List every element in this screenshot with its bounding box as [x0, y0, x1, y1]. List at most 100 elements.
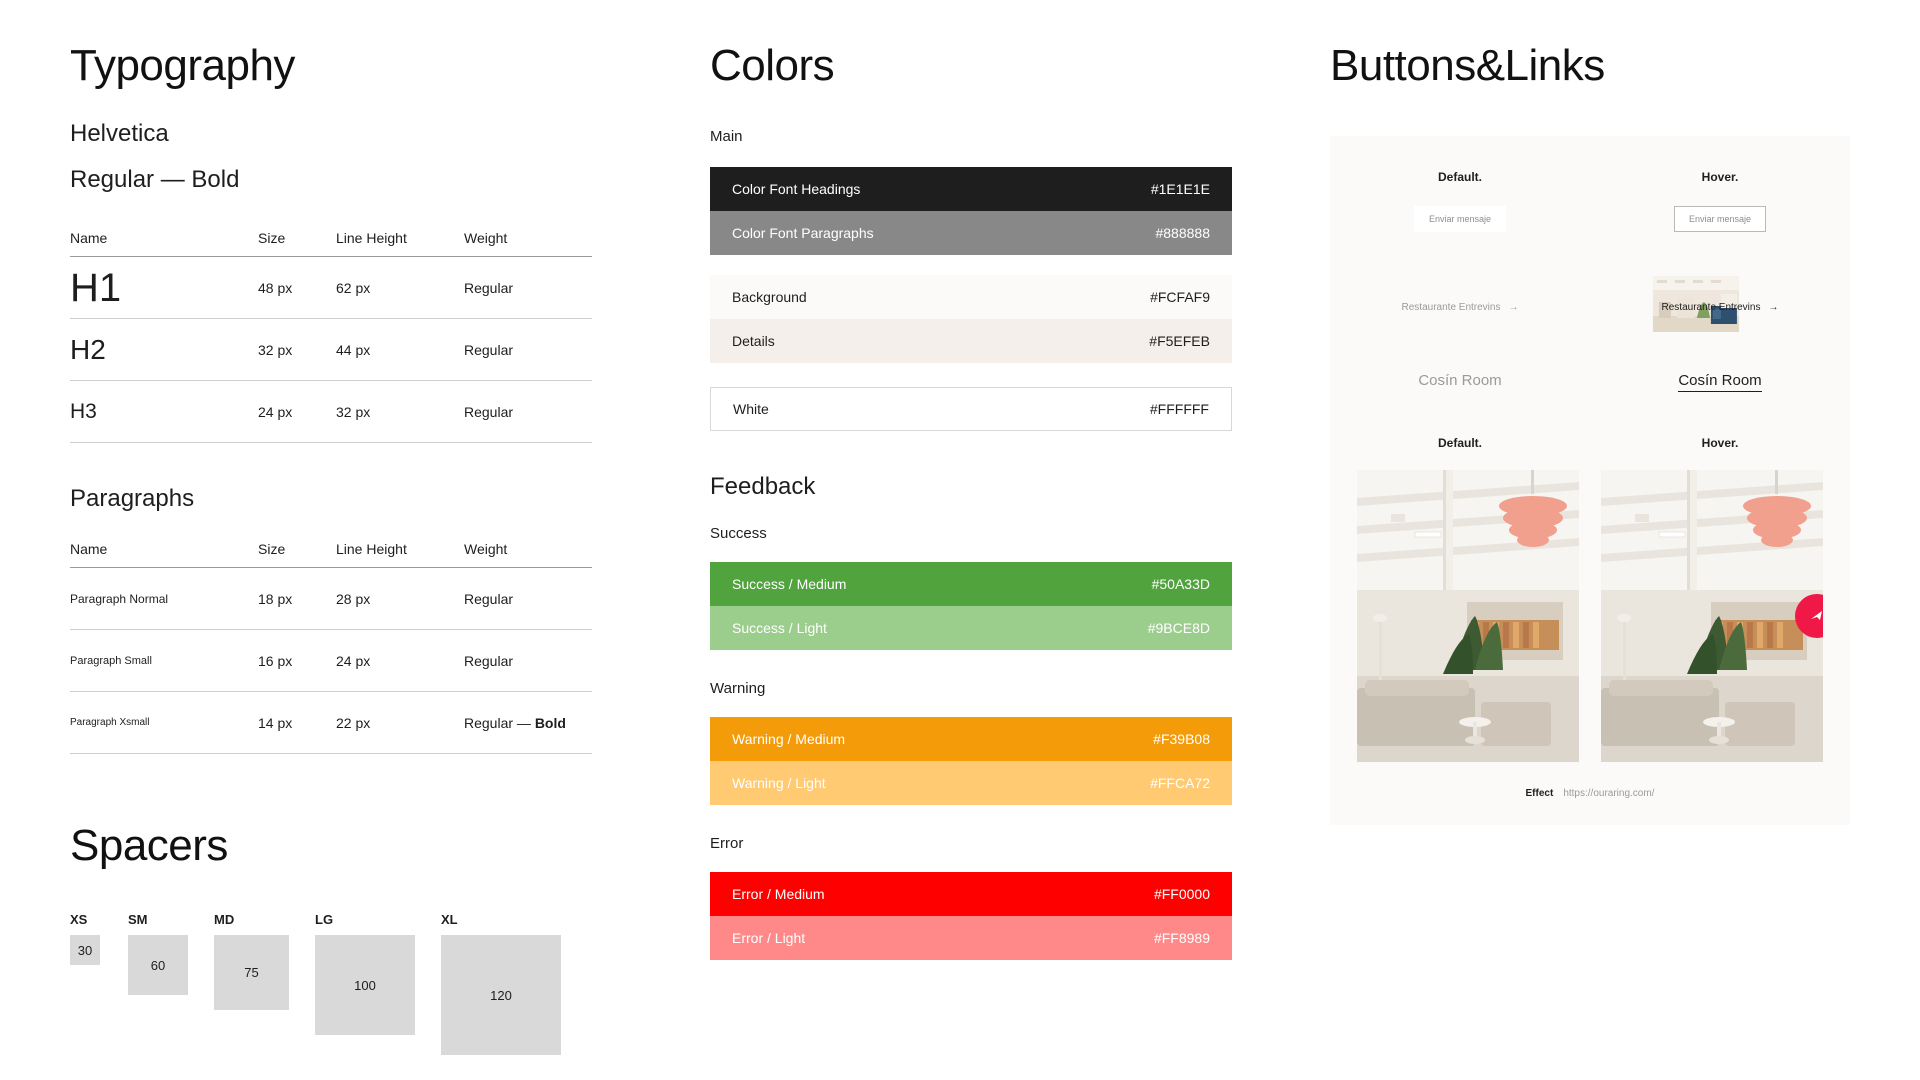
spacer-tag: XL	[441, 912, 458, 927]
spacer-item: SM60	[128, 912, 188, 995]
effect-credit-row: Effect https://ouraring.com/	[1330, 788, 1850, 799]
table-row: Paragraph Xsmall 14 px 22 px Regular — B…	[70, 692, 592, 754]
spacer-box: 75	[214, 935, 289, 1010]
color-swatch: Background#FCFAF9	[710, 275, 1232, 319]
spacer-item: LG100	[315, 912, 415, 1035]
room-link-hover[interactable]: Cosín Room	[1678, 372, 1761, 392]
spacer-tag: SM	[128, 912, 148, 927]
color-swatch: Color Font Headings#1E1E1E	[710, 167, 1232, 211]
success-label: Success	[710, 525, 1270, 542]
effect-source-url[interactable]: https://ouraring.com/	[1563, 788, 1654, 799]
spacer-box: 30	[70, 935, 100, 965]
row-size: 24 px	[258, 404, 336, 420]
spacer-item: XS30	[70, 912, 100, 965]
label-hover: Hover.	[1702, 170, 1739, 184]
color-swatch-name: Details	[732, 333, 775, 349]
color-swatch-name: Success / Medium	[732, 576, 846, 592]
color-swatch-name: Warning / Light	[732, 775, 826, 791]
column-header-weight: Weight	[464, 541, 592, 557]
row-name: H3	[70, 401, 258, 422]
color-swatch-hex: #888888	[1155, 225, 1210, 241]
row-line-height: 62 px	[336, 280, 464, 296]
buttons-links-column: Buttons&Links Default. Enviar mensaje Ho…	[1330, 0, 1870, 825]
row-weight-bold: Bold	[535, 715, 566, 731]
send-message-button-default[interactable]: Enviar mensaje	[1414, 206, 1506, 232]
row-name: H1	[70, 268, 258, 308]
room-link-default-cell: Cosín Room	[1330, 372, 1590, 392]
typography-column: Typography Helvetica Regular — Bold Name…	[70, 0, 630, 1055]
row-weight-regular: Regular	[464, 591, 513, 607]
column-header-name: Name	[70, 541, 258, 557]
row-size: 18 px	[258, 591, 336, 607]
headings-table: Name Size Line Height Weight H1 48 px 62…	[70, 230, 592, 443]
room-link-default[interactable]: Cosín Room	[1418, 372, 1501, 392]
interior-photo-default[interactable]	[1357, 470, 1579, 762]
row-name: Paragraph Normal	[70, 592, 258, 606]
color-swatch-hex: #9BCE8D	[1148, 620, 1210, 636]
row-line-height: 28 px	[336, 591, 464, 607]
color-swatch-hex: #50A33D	[1152, 576, 1210, 592]
arrow-link-hover-cell: Restaurante Entrevins →	[1590, 276, 1850, 346]
color-swatch-name: Error / Light	[732, 930, 805, 946]
color-swatch-name: Error / Medium	[732, 886, 825, 902]
color-swatch: Error / Light #FF8989	[710, 916, 1232, 960]
spacers-scale: XS30SM60MD75LG100XL120	[70, 912, 630, 1055]
room-link-hover-cell: Cosín Room	[1590, 372, 1850, 392]
style-guide-board: Typography Helvetica Regular — Bold Name…	[0, 0, 1920, 1080]
text-link-states-row: Cosín Room Cosín Room	[1330, 372, 1850, 392]
arrow-link-default-cell: Restaurante Entrevins →	[1330, 276, 1590, 346]
color-swatch-name: Color Font Paragraphs	[732, 225, 874, 241]
color-swatch: Color Font Paragraphs #888888	[710, 211, 1232, 255]
image-pair	[1330, 470, 1850, 762]
page-title-spacers: Spacers	[70, 824, 630, 868]
table-row: Paragraph Normal 18 px 28 px Regular	[70, 568, 592, 630]
row-weight: Regular	[464, 404, 592, 420]
color-group-warning: Warning / Medium #F39B08 Warning / Light #F…	[710, 717, 1232, 805]
colors-main-label: Main	[710, 128, 1270, 145]
arrow-right-icon: →	[1768, 302, 1778, 313]
image-state-labels: Default. Hover.	[1330, 436, 1850, 450]
interior-photo-hover[interactable]	[1601, 470, 1823, 762]
color-swatch-name: Success / Light	[732, 620, 827, 636]
color-swatch: Error / Medium#FF0000	[710, 872, 1232, 916]
arrow-right-icon: →	[1508, 302, 1518, 313]
color-swatch-hex: #FFCA72	[1150, 775, 1210, 791]
color-swatch-hex: #F5EFEB	[1149, 333, 1210, 349]
table-header-row: Name Size Line Height Weight	[70, 230, 592, 257]
column-header-size: Size	[258, 541, 336, 557]
color-swatch-hex: #F39B08	[1153, 731, 1210, 747]
column-header-size: Size	[258, 230, 336, 246]
column-header-line-height: Line Height	[336, 541, 464, 557]
color-swatch-hex: #FF8989	[1154, 930, 1210, 946]
link-label: Restaurante Entrevins	[1402, 302, 1501, 313]
page-title-typography: Typography	[70, 44, 630, 88]
table-row: H1 48 px 62 px Regular	[70, 257, 592, 319]
spacer-item: XL120	[441, 912, 561, 1055]
row-weight: Regular	[464, 591, 592, 607]
font-weights: Regular — Bold	[70, 166, 630, 194]
send-message-button-hover[interactable]: Enviar mensaje	[1674, 206, 1766, 232]
color-swatch: Details #F5EFEB	[710, 319, 1232, 363]
column-header-line-height: Line Height	[336, 230, 464, 246]
color-swatch-hex: #FFFFFF	[1150, 401, 1209, 417]
color-swatch-name: Warning / Medium	[732, 731, 845, 747]
table-row: H2 32 px 44 px Regular	[70, 319, 592, 381]
button-default-cell: Default. Enviar mensaje	[1330, 170, 1590, 232]
row-size: 16 px	[258, 653, 336, 669]
restaurant-link-default[interactable]: Restaurante Entrevins →	[1402, 302, 1519, 313]
column-header-weight: Weight	[464, 230, 592, 246]
image-hover-label-cell: Hover.	[1590, 436, 1850, 450]
row-size: 32 px	[258, 342, 336, 358]
row-size: 48 px	[258, 280, 336, 296]
row-name: Paragraph Xsmall	[70, 717, 258, 728]
paragraphs-table: Name Size Line Height Weight Paragraph N…	[70, 541, 592, 754]
arrow-link-states-row: Restaurante Entrevins →	[1330, 232, 1850, 346]
color-group-main-white: White#FFFFFF	[710, 387, 1232, 431]
color-swatch: Success / Light #9BCE8D	[710, 606, 1232, 650]
row-weight-regular: Regular —	[464, 715, 535, 731]
restaurant-link-hover[interactable]: Restaurante Entrevins →	[1662, 302, 1779, 313]
effect-label: Effect	[1526, 788, 1554, 799]
color-swatch-name: Background	[732, 289, 807, 305]
color-group-success: Success / Medium #50A33D Success / Light #9…	[710, 562, 1232, 650]
image-default-label-cell: Default.	[1330, 436, 1590, 450]
